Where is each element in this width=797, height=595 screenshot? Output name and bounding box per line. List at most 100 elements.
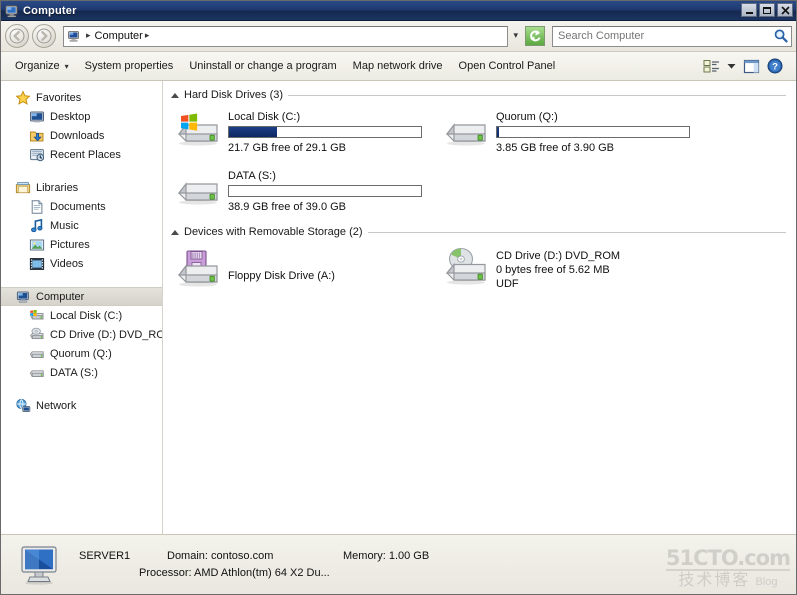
minimize-button[interactable] xyxy=(741,3,757,17)
open-control-panel-button[interactable]: Open Control Panel xyxy=(451,57,564,75)
nav-group-favorites: Favorites Desktop Downloads Recent Place… xyxy=(1,88,162,164)
preview-pane-icon[interactable] xyxy=(740,56,762,76)
file-list-pane[interactable]: Hard Disk Drives (3) Local Disk (C:) 21.… xyxy=(163,81,796,534)
sidebar-label: Videos xyxy=(50,257,84,270)
search-icon[interactable] xyxy=(772,28,789,45)
drive-name: DATA (S:) xyxy=(228,170,276,182)
close-button[interactable] xyxy=(777,3,793,17)
breadcrumb-separator-1[interactable]: ▸ xyxy=(86,31,91,41)
refresh-button[interactable] xyxy=(525,26,545,46)
drive-tile-row-3: Floppy Disk Drive (A:) CD Drive (D:) DVD… xyxy=(169,247,796,291)
sidebar-item-desktop[interactable]: Desktop xyxy=(1,107,162,126)
group-divider xyxy=(367,231,786,233)
sidebar-label: Favorites xyxy=(36,91,82,104)
address-bar[interactable]: ▸ Computer ▸ xyxy=(63,25,509,47)
network-icon xyxy=(15,398,31,414)
system-properties-button[interactable]: System properties xyxy=(77,57,182,75)
drive-tile-quorum-q[interactable]: Quorum (Q:) 3.85 GB free of 3.90 GB xyxy=(437,110,705,155)
svg-text:?: ? xyxy=(772,62,778,73)
sidebar-label: Documents xyxy=(50,200,106,213)
drive-tile-local-disk-c[interactable]: Local Disk (C:) 21.7 GB free of 29.1 GB xyxy=(169,110,437,155)
forward-button[interactable] xyxy=(32,24,56,48)
drive-tile-row-1: Local Disk (C:) 21.7 GB free of 29.1 GB xyxy=(169,110,796,155)
watermark-line1: 51CTO.com xyxy=(665,546,791,571)
address-history-dropdown[interactable]: ▾ xyxy=(513,31,518,41)
drive-tile-cd-drive-d[interactable]: CD Drive (D:) DVD_ROM 0 bytes free of 5.… xyxy=(437,247,705,291)
computer-large-icon xyxy=(19,544,65,586)
explorer-window: Computer ▸ Computer ▸ ▾ Search Computer … xyxy=(0,0,797,595)
downloads-icon xyxy=(29,128,45,144)
watermark-blog: Blog xyxy=(755,576,778,588)
window-title: Computer xyxy=(23,4,77,17)
chevron-down-icon: ▾ xyxy=(513,31,518,41)
chevron-down-icon[interactable] xyxy=(724,56,738,76)
nav-group-libraries: Libraries Documents Music Pictures Video… xyxy=(1,178,162,273)
watermark-cn: 技术博客 xyxy=(678,572,751,589)
sidebar-item-documents[interactable]: Documents xyxy=(1,197,162,216)
sidebar-item-quorum-q[interactable]: Quorum (Q:) xyxy=(1,344,162,363)
uninstall-label: Uninstall or change a program xyxy=(189,60,337,72)
sidebar-item-favorites[interactable]: Favorites xyxy=(1,88,162,107)
sidebar-label: DATA (S:) xyxy=(50,366,98,379)
video-icon xyxy=(29,256,45,272)
collapse-triangle-icon[interactable] xyxy=(171,92,179,98)
group-header-removable-storage[interactable]: Devices with Removable Storage (2) xyxy=(169,226,796,238)
nav-group-computer: Computer Local Disk (C:) CD Drive (D:) D… xyxy=(1,287,162,382)
group-title: Devices with Removable Storage (2) xyxy=(184,226,363,238)
drive-capacity-text: 38.9 GB free of 39.0 GB xyxy=(228,201,347,213)
drive-tile-row-2: DATA (S:) 38.9 GB free of 39.0 GB xyxy=(169,169,796,214)
drive-name: CD Drive (D:) DVD_ROM xyxy=(496,250,621,262)
drive-capacity-text: 0 bytes free of 5.62 MB xyxy=(496,264,610,276)
hard-drive-icon xyxy=(175,169,221,209)
collapse-triangle-icon[interactable] xyxy=(171,229,179,235)
drive-tile-floppy-a[interactable]: Floppy Disk Drive (A:) xyxy=(169,247,437,291)
sidebar-item-music[interactable]: Music xyxy=(1,216,162,235)
search-box[interactable] xyxy=(552,25,792,47)
capacity-bar xyxy=(228,126,422,138)
sidebar-item-computer[interactable]: Computer xyxy=(1,287,162,306)
organize-button[interactable]: Organize ▾ xyxy=(7,57,77,75)
sidebar-item-libraries[interactable]: Libraries xyxy=(1,178,162,197)
computer-icon xyxy=(67,29,81,43)
document-icon xyxy=(29,199,45,215)
sidebar-label: Network xyxy=(36,399,77,412)
navigation-pane[interactable]: Favorites Desktop Downloads Recent Place… xyxy=(1,81,163,534)
nav-group-network: Network xyxy=(1,396,162,415)
sidebar-item-data-s[interactable]: DATA (S:) xyxy=(1,363,162,382)
sidebar-item-videos[interactable]: Videos xyxy=(1,254,162,273)
drive-tile-data-s[interactable]: DATA (S:) 38.9 GB free of 39.0 GB xyxy=(169,169,437,214)
help-icon[interactable]: ? xyxy=(764,56,786,76)
sidebar-item-local-disk-c[interactable]: Local Disk (C:) xyxy=(1,306,162,325)
sidebar-item-downloads[interactable]: Downloads xyxy=(1,126,162,145)
maximize-button[interactable] xyxy=(759,3,775,17)
computer-name: SERVER1 xyxy=(79,550,131,562)
libraries-icon xyxy=(15,180,31,196)
group-header-hard-disk-drives[interactable]: Hard Disk Drives (3) xyxy=(169,89,796,101)
breadcrumb-computer[interactable]: Computer xyxy=(95,30,143,42)
back-button[interactable] xyxy=(5,24,29,48)
sidebar-item-cd-drive-d[interactable]: CD Drive (D:) DVD_RO xyxy=(1,325,162,344)
recent-places-icon xyxy=(29,147,45,163)
details-text: SERVER1 Domain: contoso.com Memory: 1.00… xyxy=(79,550,429,579)
sidebar-label: Desktop xyxy=(50,110,91,123)
desktop-icon xyxy=(29,109,45,125)
uninstall-or-change-program-button[interactable]: Uninstall or change a program xyxy=(181,57,344,75)
breadcrumb-separator-2[interactable]: ▸ xyxy=(145,31,150,41)
sidebar-item-recent-places[interactable]: Recent Places xyxy=(1,145,162,164)
map-network-drive-button[interactable]: Map network drive xyxy=(345,57,451,75)
search-input[interactable] xyxy=(553,26,791,46)
cd-drive-icon xyxy=(29,327,45,343)
sidebar-label: Quorum (Q:) xyxy=(50,347,112,360)
open-control-panel-label: Open Control Panel xyxy=(458,60,556,72)
sidebar-label: Libraries xyxy=(36,181,79,194)
sidebar-item-network[interactable]: Network xyxy=(1,396,162,415)
hard-drive-icon xyxy=(29,365,45,381)
map-network-drive-label: Map network drive xyxy=(352,60,443,72)
hard-drive-windows-icon xyxy=(29,308,45,324)
views-icon[interactable] xyxy=(700,56,722,76)
sidebar-item-pictures[interactable]: Pictures xyxy=(1,235,162,254)
explorer-body: Favorites Desktop Downloads Recent Place… xyxy=(1,81,796,534)
organize-label: Organize xyxy=(15,60,60,72)
chevron-down-icon: ▾ xyxy=(64,61,69,71)
